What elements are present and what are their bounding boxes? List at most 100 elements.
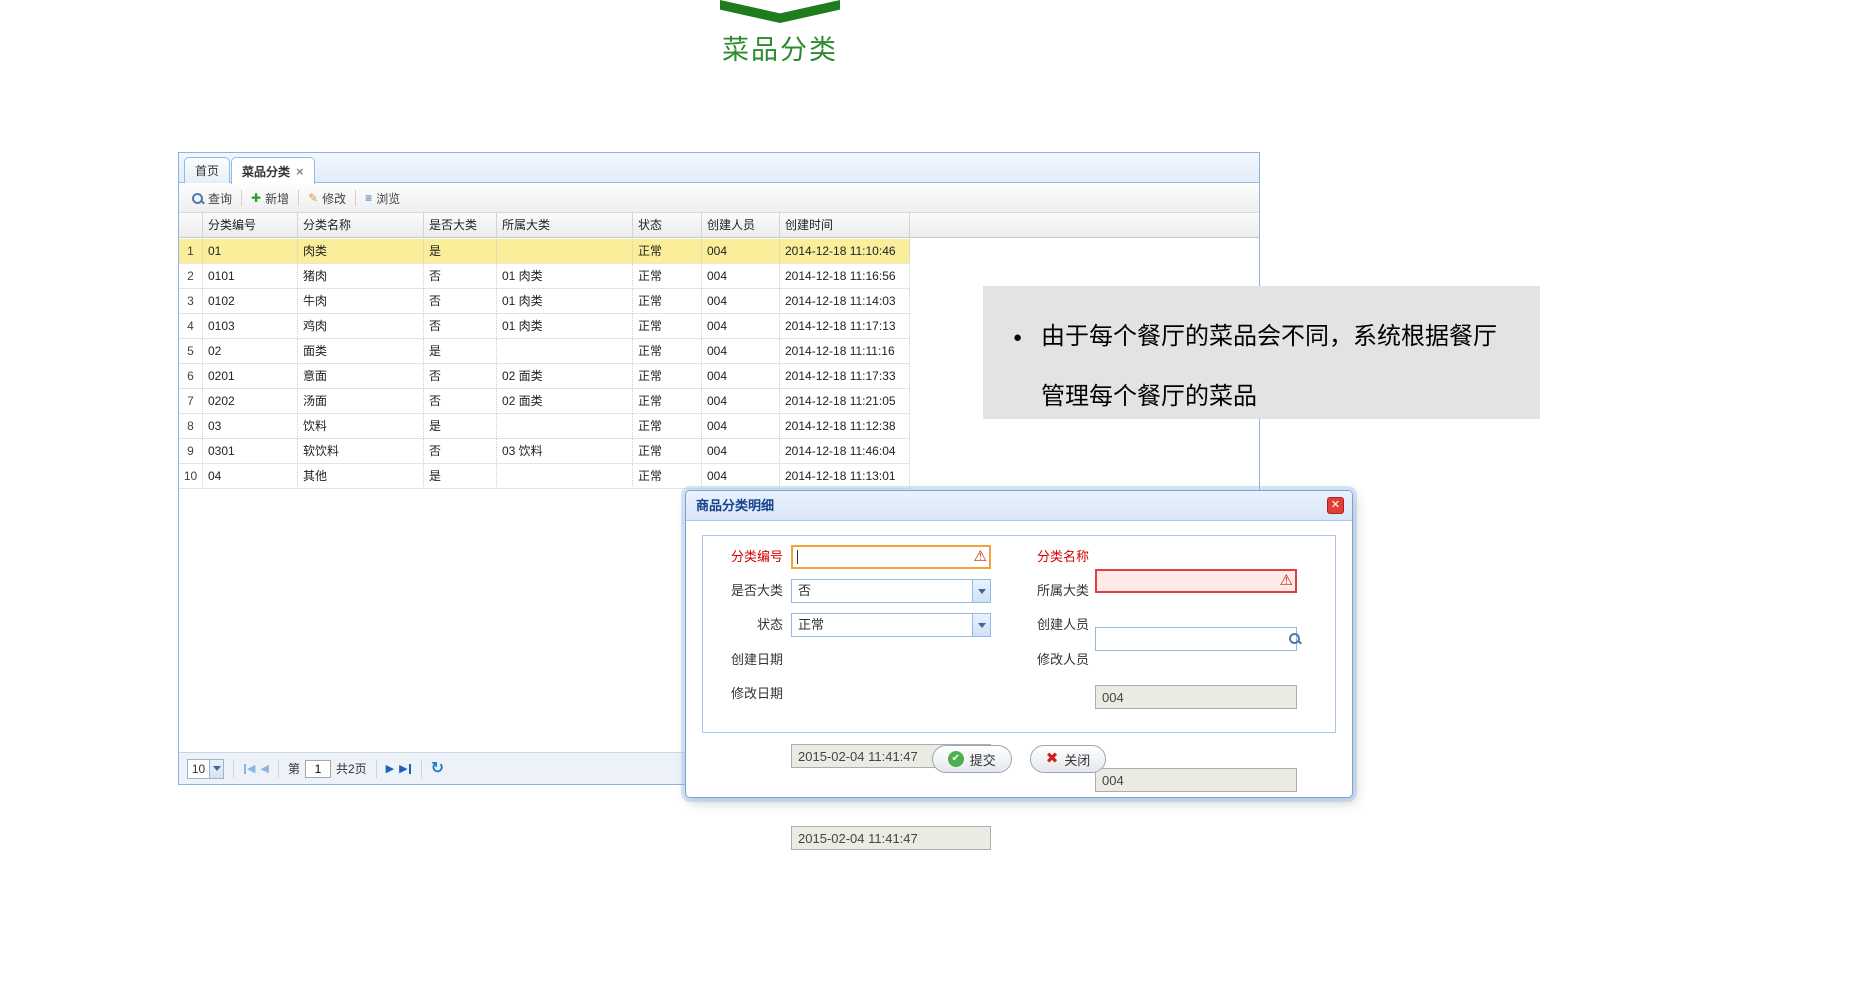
- last-page-button[interactable]: ▶: [399, 762, 411, 775]
- table-cell: 是: [424, 239, 497, 264]
- table-row[interactable]: 20101猪肉否01 肉类正常0042014-12-18 11:16:56: [179, 264, 910, 289]
- table-cell: 2014-12-18 11:46:04: [780, 439, 910, 464]
- modify-date-input: [791, 826, 991, 850]
- category-detail-dialog: 商品分类明细 ✕ 分类编号 ⚠ 分类名称 ⚠ 是否大类 否 所属大类 状态 正常: [685, 490, 1353, 798]
- table-cell: 2014-12-18 11:12:38: [780, 414, 910, 439]
- table-cell: 正常: [633, 289, 702, 314]
- submit-button[interactable]: ✔ 提交: [932, 745, 1012, 773]
- is-major-label: 是否大类: [707, 579, 783, 603]
- table-row[interactable]: 70202汤面否02 面类正常0042014-12-18 11:21:05: [179, 389, 910, 414]
- table-cell: 软饮料: [298, 439, 424, 464]
- dialog-form: 分类编号 ⚠ 分类名称 ⚠ 是否大类 否 所属大类 状态 正常 创建人员: [702, 535, 1336, 733]
- query-button[interactable]: 查询: [185, 188, 238, 209]
- table-row[interactable]: 101肉类是正常0042014-12-18 11:10:46: [179, 239, 910, 264]
- grid-header-cell[interactable]: 创建时间: [780, 213, 910, 237]
- name-field-wrap: ⚠: [1095, 569, 1297, 593]
- table-cell: 0201: [203, 364, 298, 389]
- grid-header-cell[interactable]: 分类名称: [298, 213, 424, 237]
- table-cell: 其他: [298, 464, 424, 489]
- first-page-button[interactable]: ◀: [243, 762, 255, 775]
- page-size-select[interactable]: 10: [187, 759, 224, 779]
- search-icon: [191, 192, 204, 205]
- browse-icon: ≡: [365, 192, 372, 204]
- table-cell: 正常: [633, 364, 702, 389]
- modify-date-field-wrap: [791, 826, 991, 850]
- table-cell: 是: [424, 339, 497, 364]
- status-label: 状态: [707, 613, 783, 637]
- table-row[interactable]: 502面类是正常0042014-12-18 11:11:16: [179, 339, 910, 364]
- table-cell: 否: [424, 389, 497, 414]
- grid-body: 101肉类是正常0042014-12-18 11:10:4620101猪肉否01…: [179, 239, 910, 489]
- dialog-button-row: ✔ 提交 ✖ 关闭: [686, 745, 1352, 773]
- grid-header-cell[interactable]: 创建人员: [702, 213, 780, 237]
- grid-header: 分类编号分类名称是否大类所属大类状态创建人员创建时间: [179, 213, 1259, 238]
- note-line-1: 由于每个餐厅的菜品会不同，系统根据餐厅: [1041, 307, 1520, 367]
- table-cell: 004: [702, 414, 780, 439]
- add-label: 新增: [265, 190, 289, 207]
- prev-page-button[interactable]: ◀: [260, 762, 268, 775]
- table-cell: 01 肉类: [497, 314, 633, 339]
- table-cell: 004: [702, 364, 780, 389]
- table-cell: 2014-12-18 11:21:05: [780, 389, 910, 414]
- code-label: 分类编号: [707, 545, 783, 569]
- table-cell: 004: [702, 339, 780, 364]
- table-row[interactable]: 90301软饮料否03 饮料正常0042014-12-18 11:46:04: [179, 439, 910, 464]
- close-button[interactable]: ✖ 关闭: [1030, 745, 1107, 773]
- prev-icon: ◀: [247, 762, 255, 775]
- grid-header-cell[interactable]: 所属大类: [497, 213, 633, 237]
- last-page-bar: [409, 764, 411, 774]
- creator-label: 创建人员: [1003, 613, 1089, 637]
- status-select[interactable]: 正常: [791, 613, 991, 637]
- tab-home-label: 首页: [195, 162, 219, 179]
- table-cell: 面类: [298, 339, 424, 364]
- table-cell: 0102: [203, 289, 298, 314]
- row-number-cell: 8: [179, 414, 203, 439]
- table-row[interactable]: 1004其他是正常0042014-12-18 11:13:01: [179, 464, 910, 489]
- table-cell: 2014-12-18 11:11:16: [780, 339, 910, 364]
- add-button[interactable]: ✚ 新增: [245, 188, 295, 209]
- table-cell: 意面: [298, 364, 424, 389]
- page-number-input[interactable]: [305, 760, 331, 778]
- parent-input[interactable]: [1095, 627, 1297, 651]
- table-cell: 004: [702, 389, 780, 414]
- is-major-select[interactable]: 否: [791, 579, 991, 603]
- grid-header-cell[interactable]: 分类编号: [203, 213, 298, 237]
- table-cell: 004: [702, 464, 780, 489]
- row-number-cell: 6: [179, 364, 203, 389]
- tab-bar: 首页 菜品分类 ×: [179, 153, 1259, 183]
- grid-header-cell[interactable]: 状态: [633, 213, 702, 237]
- toolbar-separator: [355, 190, 356, 206]
- table-cell: 004: [702, 289, 780, 314]
- dialog-title: 商品分类明细: [696, 491, 774, 521]
- grid-header-cell[interactable]: 是否大类: [424, 213, 497, 237]
- next-page-button[interactable]: ▶: [386, 762, 394, 775]
- refresh-icon[interactable]: ↻: [431, 761, 444, 777]
- table-cell: 0103: [203, 314, 298, 339]
- page-total-label: 共2页: [336, 760, 367, 777]
- table-cell: 鸡肉: [298, 314, 424, 339]
- toolbar-separator: [298, 190, 299, 206]
- tab-dish-category[interactable]: 菜品分类 ×: [231, 157, 315, 184]
- table-row[interactable]: 30102牛肉否01 肉类正常0042014-12-18 11:14:03: [179, 289, 910, 314]
- edit-button[interactable]: ✎ 修改: [302, 188, 352, 209]
- table-row[interactable]: 40103鸡肉否01 肉类正常0042014-12-18 11:17:13: [179, 314, 910, 339]
- bullet-icon: ●: [1013, 329, 1022, 346]
- name-input[interactable]: [1095, 569, 1297, 593]
- submit-label: 提交: [970, 750, 996, 769]
- chevron-down-icon[interactable]: [972, 614, 990, 636]
- lookup-icon[interactable]: [1288, 632, 1301, 645]
- chevron-down-icon[interactable]: [972, 580, 990, 602]
- tab-home[interactable]: 首页: [184, 157, 230, 183]
- browse-button[interactable]: ≡ 浏览: [359, 188, 406, 209]
- page-prefix-label: 第: [288, 760, 300, 777]
- table-row[interactable]: 60201意面否02 面类正常0042014-12-18 11:17:33: [179, 364, 910, 389]
- dialog-close-icon[interactable]: ✕: [1327, 497, 1344, 514]
- table-cell: 是: [424, 414, 497, 439]
- table-cell: 正常: [633, 264, 702, 289]
- table-row[interactable]: 803饮料是正常0042014-12-18 11:12:38: [179, 414, 910, 439]
- pager-separator: [376, 760, 377, 778]
- table-cell: 正常: [633, 314, 702, 339]
- table-cell: 01: [203, 239, 298, 264]
- tab-close-icon[interactable]: ×: [296, 164, 304, 179]
- code-input[interactable]: [791, 545, 991, 569]
